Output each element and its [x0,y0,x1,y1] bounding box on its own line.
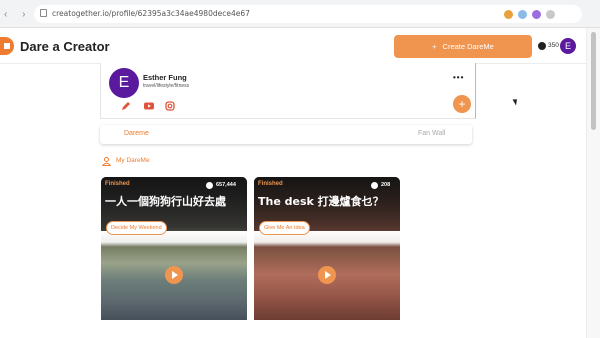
dare-category-tag[interactable]: Decide My Weekend [106,221,167,235]
extension-icon[interactable] [504,10,513,19]
app-header: Dare a Creator + Create DareMe 350 E [0,28,586,64]
mouse-cursor-icon [512,97,520,106]
user-icon [102,157,111,166]
section-title: My DareMe [116,157,150,164]
donation-count: 657,444 [216,182,236,188]
lock-icon [40,9,47,17]
create-dareme-label: Create DareMe [442,42,494,51]
tab-dareme[interactable]: Dareme [124,130,149,137]
instagram-icon[interactable] [165,101,175,111]
url-text: creatogether.io/profile/62395a3c34ae4980… [52,9,250,18]
status-badge: Finished [258,181,283,187]
extension-icon[interactable] [518,10,527,19]
tab-fan-wall[interactable]: Fan Wall [418,130,445,137]
dare-card[interactable]: Finished 657,444 一人一個狗狗行山好去處 Decide My W… [101,177,247,320]
extension-icon[interactable] [532,10,541,19]
app-title[interactable]: Dare a Creator [20,39,110,54]
coin-count: 350 [548,42,559,49]
profile-tabs: Dareme Fan Wall [100,125,472,144]
youtube-icon[interactable] [144,101,154,111]
address-bar[interactable]: creatogether.io/profile/62395a3c34ae4980… [34,5,582,23]
coin-icon [371,182,378,189]
plus-icon: + [432,42,437,51]
pencil-icon[interactable] [121,101,131,111]
status-badge: Finished [105,181,130,187]
profile-card: E Esther Fung travel/lifestyle/fitness •… [100,63,476,119]
page-scrollbar[interactable] [586,28,600,338]
browser-toolbar: ‹ › ⟳ creatogether.io/profile/62395a3c34… [0,0,600,28]
extension-icon[interactable] [546,10,555,19]
scrollbar-thumb[interactable] [591,32,596,130]
dare-card[interactable]: Finished 208 The desk 打邊爐食乜？ Give Me An … [254,177,400,320]
add-button[interactable]: + [453,95,471,113]
dare-category-tag[interactable]: Give Me An Idea [259,221,310,235]
coin-icon [206,182,213,189]
play-icon[interactable] [318,266,336,284]
logo-icon[interactable] [0,37,14,55]
dare-title: 一人一個狗狗行山好去處 [105,195,226,208]
play-icon[interactable] [165,266,183,284]
user-avatar[interactable]: E [560,38,576,54]
profile-avatar: E [109,68,139,98]
coin-icon [538,42,546,50]
create-dareme-button[interactable]: + Create DareMe [394,35,532,58]
dare-title: The desk 打邊爐食乜？ [258,195,384,208]
more-options-icon[interactable]: ••• [453,73,464,82]
profile-category: travel/lifestyle/fitness [143,83,190,89]
donation-count: 208 [381,182,391,188]
profile-name: Esther Fung [143,73,187,82]
